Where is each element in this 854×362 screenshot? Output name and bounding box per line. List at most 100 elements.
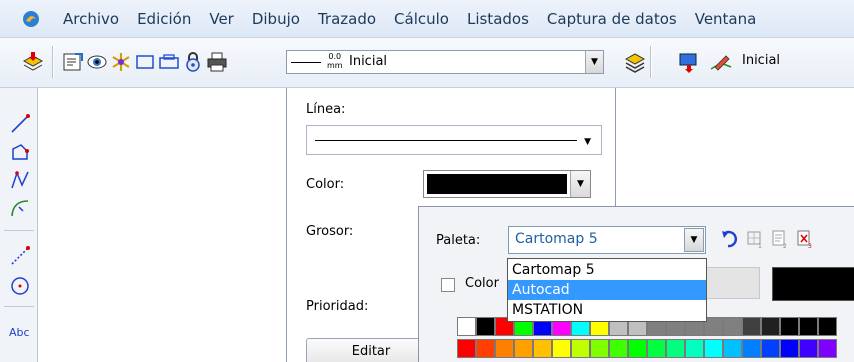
color-swatch[interactable] xyxy=(704,339,723,358)
menu-edicion[interactable]: Edición xyxy=(128,10,200,28)
color-swatch[interactable] xyxy=(457,317,476,336)
color-swatch[interactable] xyxy=(552,339,571,358)
menu-dibujo[interactable]: Dibujo xyxy=(243,10,309,28)
toolbar-separator xyxy=(650,46,652,78)
symbol-button[interactable] xyxy=(708,49,734,75)
eye-icon xyxy=(87,55,107,69)
color-swatch[interactable] xyxy=(609,339,628,358)
frame-icon xyxy=(159,54,179,69)
menu-ventana[interactable]: Ventana xyxy=(686,10,766,28)
drawing-tools-bar: Abc xyxy=(0,88,38,362)
line-style-combo[interactable]: 0.0 mm Inicial ▼ xyxy=(286,50,604,74)
color-swatch[interactable] xyxy=(571,339,590,358)
editar-button[interactable]: Editar xyxy=(306,338,436,362)
color-swatch[interactable] xyxy=(723,317,742,336)
paleta-value: Cartomap 5 xyxy=(515,231,598,247)
line-sample xyxy=(291,62,321,63)
color-swatch[interactable] xyxy=(780,317,799,336)
color-swatch[interactable] xyxy=(495,339,514,358)
properties-button[interactable] xyxy=(60,49,86,75)
menu-archivo[interactable]: Archivo xyxy=(54,10,128,28)
symbol-style-value: Inicial xyxy=(742,53,781,68)
rectangle-icon xyxy=(136,55,154,69)
draw-dashed-line-tool[interactable] xyxy=(8,244,32,268)
color-swatch[interactable] xyxy=(818,339,837,358)
paleta-option-cartomap-5[interactable]: Cartomap 5 xyxy=(508,260,706,280)
color-swatch[interactable] xyxy=(799,339,818,358)
refresh-palette-button[interactable] xyxy=(719,228,741,250)
color-swatch[interactable] xyxy=(476,317,495,336)
grosor-label: Grosor: xyxy=(306,224,354,239)
paleta-select[interactable]: Cartomap 5 ▼ xyxy=(508,226,706,254)
layer-select-button[interactable] xyxy=(20,49,46,75)
menu-captura-de-datos[interactable]: Captura de datos xyxy=(538,10,686,28)
color-label: Color: xyxy=(306,177,345,192)
color-swatch[interactable] xyxy=(628,339,647,358)
chevron-down-icon: ▼ xyxy=(591,57,598,67)
layers-down-icon xyxy=(22,52,44,71)
color-swatch[interactable] xyxy=(685,339,704,358)
frame-button[interactable] xyxy=(156,49,182,75)
color-swatch[interactable] xyxy=(647,339,666,358)
grid-sparkle-icon: 1 xyxy=(747,231,762,249)
color-swatch[interactable] xyxy=(533,339,552,358)
paleta-label: Paleta: xyxy=(436,233,481,248)
screen-select-button[interactable] xyxy=(676,49,702,75)
draw-polyline-tool[interactable] xyxy=(8,168,32,192)
color-dropdown-button[interactable]: ▼ xyxy=(570,171,590,197)
paleta-dropdown-button[interactable]: ▼ xyxy=(684,228,704,252)
palette-tool-1-button[interactable]: 1 xyxy=(744,228,766,250)
color-swatch[interactable] xyxy=(742,317,761,336)
color-swatch[interactable] xyxy=(761,339,780,358)
layers-button[interactable] xyxy=(622,49,648,75)
color-swatch[interactable] xyxy=(476,339,495,358)
color-swatch[interactable] xyxy=(666,339,685,358)
app-logo-icon xyxy=(23,10,39,27)
menu-trazado[interactable]: Trazado xyxy=(309,10,385,28)
draw-line-tool[interactable] xyxy=(8,112,32,136)
polyline-icon xyxy=(11,170,29,189)
line-style-dropdown-button[interactable]: ▼ xyxy=(585,51,603,73)
lock-icon xyxy=(186,52,200,72)
draw-text-tool[interactable]: Abc xyxy=(8,320,32,344)
color-select[interactable]: ▼ xyxy=(423,170,591,198)
line-width-label: 0.0 mm xyxy=(327,52,343,70)
color-swatch[interactable] xyxy=(799,317,818,336)
color-swatch[interactable] xyxy=(457,339,476,358)
visibility-button[interactable] xyxy=(84,49,110,75)
rectangle-button[interactable] xyxy=(132,49,158,75)
dashed-line-icon xyxy=(11,246,30,265)
draw-arc-tool[interactable] xyxy=(8,196,32,220)
palette-tool-2-button[interactable]: 2 xyxy=(769,228,791,250)
linea-select[interactable]: ▼ xyxy=(306,125,602,155)
color-swatch[interactable] xyxy=(742,339,761,358)
color-swatch[interactable] xyxy=(590,339,609,358)
menu-calculo[interactable]: Cálculo xyxy=(385,10,458,28)
line-width-unit: mm xyxy=(327,61,343,70)
draw-polygon-tool[interactable] xyxy=(8,140,32,164)
color-swatch[interactable] xyxy=(780,339,799,358)
redo-arrow-icon xyxy=(722,230,737,248)
screen-arrow-icon xyxy=(679,53,697,73)
paleta-option-autocad[interactable]: Autocad xyxy=(508,280,706,300)
color-checkbox[interactable] xyxy=(441,278,455,292)
line-style-value: Inicial xyxy=(349,54,388,69)
chevron-down-icon: ▼ xyxy=(577,179,584,189)
palette-tool-3-button[interactable]: 3 xyxy=(794,228,816,250)
color-swatch[interactable] xyxy=(761,317,780,336)
color-swatch[interactable] xyxy=(818,317,837,336)
lock-button[interactable] xyxy=(180,49,206,75)
properties-icon xyxy=(63,53,83,71)
freeze-button[interactable] xyxy=(108,49,134,75)
print-button[interactable] xyxy=(204,49,230,75)
menu-ver[interactable]: Ver xyxy=(200,10,243,28)
color-checkbox-label: Color xyxy=(465,276,499,291)
draw-circle-tool[interactable] xyxy=(8,274,32,298)
color-swatch[interactable] xyxy=(723,339,742,358)
line-width-value: 0.0 xyxy=(328,52,342,61)
paleta-option-mstation[interactable]: MSTATION xyxy=(508,300,706,320)
current-color-swatch xyxy=(427,174,567,194)
color-swatch[interactable] xyxy=(514,339,533,358)
menu-listados[interactable]: Listados xyxy=(458,10,538,28)
tool-separator xyxy=(4,230,34,231)
